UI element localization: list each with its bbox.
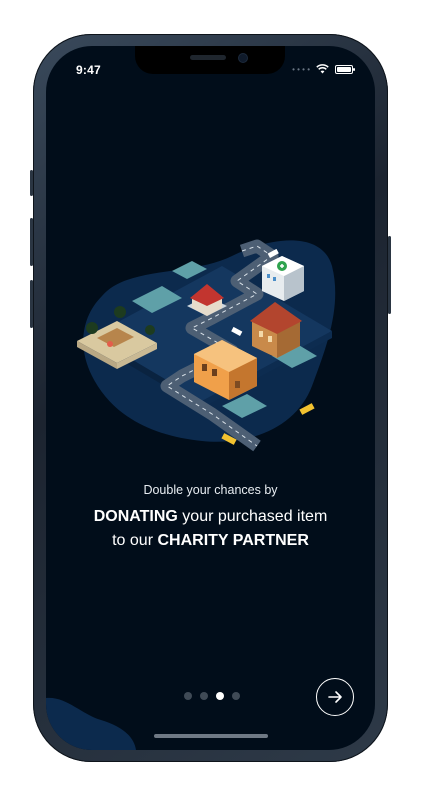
onboarding-subtitle: Double your chances by bbox=[143, 483, 278, 497]
headline-highlight-charity: CHARITY PARTNER bbox=[157, 532, 309, 549]
corner-decoration bbox=[46, 697, 136, 750]
next-button[interactable] bbox=[316, 678, 354, 716]
volume-up-button bbox=[30, 218, 33, 266]
arrow-right-icon bbox=[328, 691, 342, 703]
speaker bbox=[190, 55, 226, 60]
city-illustration bbox=[77, 239, 336, 452]
notch bbox=[135, 46, 285, 74]
status-time: 9:47 bbox=[76, 63, 101, 77]
app-screen: 9:47 • • • • Double your chances by DONA… bbox=[46, 46, 375, 750]
page-dot-2[interactable] bbox=[200, 692, 208, 700]
wifi-icon bbox=[316, 64, 329, 74]
power-button bbox=[388, 236, 391, 314]
silent-switch bbox=[30, 170, 33, 196]
page-indicator bbox=[184, 692, 240, 700]
front-camera bbox=[239, 54, 247, 62]
status-icons: • • • • bbox=[292, 64, 355, 74]
onboarding-headline: DONATING your purchased item to our CHAR… bbox=[46, 505, 375, 553]
page-dot-1[interactable] bbox=[184, 692, 192, 700]
headline-text-1: your purchased item bbox=[177, 508, 328, 525]
volume-down-button bbox=[30, 280, 33, 328]
page-dot-4[interactable] bbox=[232, 692, 240, 700]
headline-text-2: to our bbox=[112, 532, 158, 549]
page-dot-3-active[interactable] bbox=[216, 692, 224, 700]
home-indicator[interactable] bbox=[154, 734, 268, 738]
headline-highlight-donating: DONATING bbox=[93, 508, 178, 525]
battery-icon bbox=[335, 64, 355, 74]
signal-dots-icon: • • • • bbox=[292, 64, 310, 74]
